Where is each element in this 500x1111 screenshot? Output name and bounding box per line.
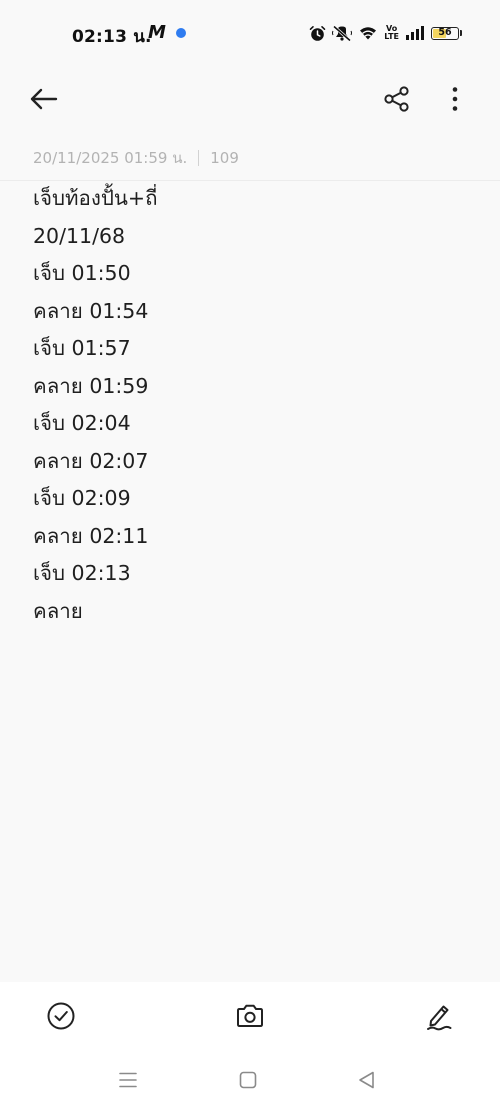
note-line[interactable]: เจ็บ 02:04 [33,405,473,443]
checklist-icon [47,1002,75,1030]
note-line[interactable]: คลาย [33,593,473,631]
recents-icon [119,1072,137,1088]
more-vert-icon [452,87,458,111]
alarm-icon [309,25,326,41]
signal-icon [406,26,424,40]
wifi-icon [360,27,377,40]
back-triangle-icon [359,1071,374,1089]
note-line[interactable]: เจ็บ 01:50 [33,255,473,293]
note-line[interactable]: เจ็บ 02:13 [33,555,473,593]
battery-level: 56 [438,26,452,38]
back-button[interactable] [26,84,62,114]
battery-tip [460,30,462,36]
recents-button[interactable] [116,1068,140,1092]
handwriting-button[interactable] [423,1000,455,1032]
status-bar: 02:13 น. M Vo LTE 56 [0,0,500,66]
status-time: 02:13 น. [72,27,152,47]
status-icons: Vo LTE 56 [309,22,462,44]
note-line[interactable]: เจ็บท้องปั้น+ถี่ [33,180,473,218]
handwriting-icon [427,1005,452,1031]
more-options-button[interactable] [440,84,470,114]
meta-separator [198,150,200,166]
share-button[interactable] [382,84,412,114]
checklist-button[interactable] [45,1000,77,1032]
note-line[interactable]: คลาย 02:11 [33,518,473,556]
home-icon [239,1071,257,1089]
back-arrow-icon [30,88,58,110]
note-line[interactable]: เจ็บ 02:09 [33,480,473,518]
app-bar [0,66,500,132]
system-navigation-bar [0,1050,500,1111]
note-line[interactable]: คลาย 01:59 [33,368,473,406]
character-count: 109 [210,149,239,167]
volte-icon: Vo LTE [384,24,399,41]
mute-icon [332,24,353,42]
app-notification-icon: M [148,22,166,43]
camera-icon [237,1004,263,1027]
system-back-button[interactable] [355,1068,379,1092]
note-editor[interactable]: เจ็บท้องปั้น+ถี่ 20/11/68 เจ็บ 01:50 คลา… [33,180,473,630]
editor-toolbar [0,982,500,1050]
note-line[interactable]: คลาย 01:54 [33,293,473,331]
battery-icon: 56 [431,26,459,40]
home-button[interactable] [236,1068,260,1092]
camera-button[interactable] [234,1000,266,1032]
note-line[interactable]: เจ็บ 01:57 [33,330,473,368]
share-icon [384,86,409,112]
notification-dot-icon [176,28,186,38]
note-line[interactable]: 20/11/68 [33,218,473,256]
note-line[interactable]: คลาย 02:07 [33,443,473,481]
note-timestamp: 20/11/2025 01:59 น. [33,149,188,167]
note-meta: 20/11/2025 01:59 น. 109 [33,147,239,169]
